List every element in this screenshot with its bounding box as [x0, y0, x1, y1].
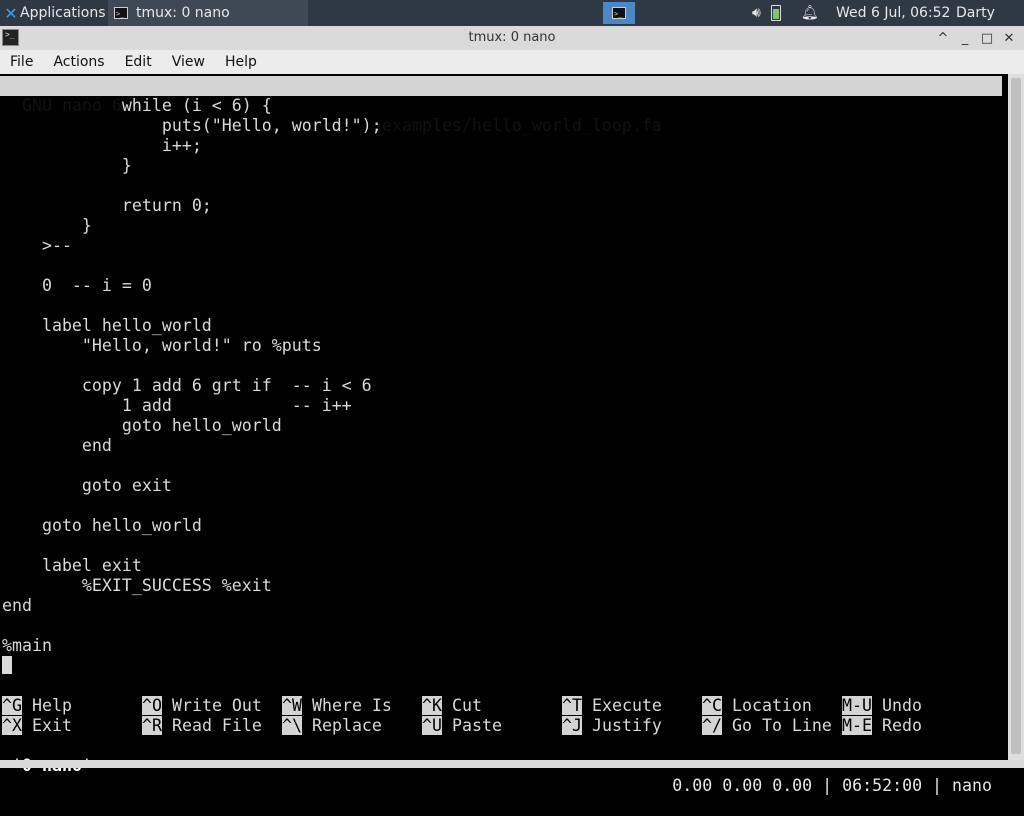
window-titlebar[interactable]: >_ tmux: 0 nano ^ _ □ ✕	[0, 26, 1024, 50]
shortcut-key: ^C	[702, 696, 722, 715]
menu-help[interactable]: Help	[215, 54, 267, 70]
code-line[interactable]: goto hello_world	[2, 516, 202, 536]
xfce-logo-icon: ✕	[4, 3, 18, 23]
nano-filename: examples/hello_world_loop.fa	[382, 116, 662, 135]
shortcut-key: ^/	[702, 716, 722, 735]
shortcut-write-out[interactable]: ^O Write Out	[142, 696, 262, 716]
shortcut-label: Execute	[591, 696, 662, 715]
shade-button[interactable]: ^	[932, 31, 954, 46]
shortcut-cut[interactable]: ^K Cut	[422, 696, 482, 716]
shortcut-label: Read File	[171, 716, 262, 735]
code-line[interactable]: goto exit	[2, 476, 172, 496]
shortcut-where-is[interactable]: ^W Where Is	[282, 696, 392, 716]
scrollbar-thumb[interactable]	[1011, 78, 1021, 754]
shortcut-justify[interactable]: ^J Justify	[562, 716, 662, 736]
tmux-status-right: 0.00 0.00 0.00 | 06:52:00 | nano	[672, 776, 992, 795]
menu-file[interactable]: File	[0, 54, 43, 70]
system-tray: 🔊︎ 🔔︎	[752, 0, 829, 26]
shortcut-exit[interactable]: ^X Exit	[2, 716, 72, 736]
code-line[interactable]: label hello_world	[2, 316, 212, 336]
shortcut-replace[interactable]: ^\ Replace	[282, 716, 382, 736]
minimize-button[interactable]: _	[954, 31, 976, 46]
text-cursor	[2, 656, 12, 674]
shortcut-paste[interactable]: ^U Paste	[422, 716, 502, 736]
shortcut-redo[interactable]: M-E Redo	[842, 716, 922, 736]
code-line[interactable]: "Hello, world!" ro %puts	[2, 336, 322, 356]
nano-header: GNU nano 6.2 examples/hello_world_loop.f…	[0, 76, 1002, 135]
code-line[interactable]: %EXIT_SUCCESS %exit	[2, 576, 272, 596]
taskbar-button-tmux[interactable]: >_ tmux: 0 nano	[108, 0, 308, 26]
shortcut-key: ^\	[282, 716, 302, 735]
shortcut-key: ^O	[142, 696, 162, 715]
terminal-scrollbar[interactable]	[1008, 74, 1024, 760]
shortcut-execute[interactable]: ^T Execute	[562, 696, 662, 716]
battery-icon[interactable]	[770, 5, 791, 21]
maximize-button[interactable]: □	[976, 31, 998, 46]
shortcut-help[interactable]: ^G Help	[2, 696, 72, 716]
terminal-icon: >_	[612, 7, 626, 19]
terminal-icon: >_	[114, 7, 128, 19]
code-line[interactable]: end	[2, 436, 112, 456]
close-button[interactable]: ✕	[998, 31, 1020, 46]
notification-bell-icon[interactable]: 🔔︎	[801, 5, 819, 21]
shortcut-label: Help	[31, 696, 72, 715]
top-panel: ✕ Applications >_ tmux: 0 nano >_ 🔊︎ 🔔︎ …	[0, 0, 1024, 47]
shortcut-key: ^X	[2, 716, 22, 735]
workspace-switcher[interactable]: >_	[603, 2, 635, 24]
shortcut-key: M-U	[842, 696, 872, 715]
shortcut-label: Redo	[881, 716, 922, 735]
applications-menu-button[interactable]: ✕ Applications	[0, 0, 108, 26]
menu-view[interactable]: View	[162, 54, 215, 70]
code-line[interactable]: }	[2, 216, 92, 236]
window-bottom-border	[0, 760, 1024, 768]
shortcut-label: Exit	[31, 716, 72, 735]
code-line[interactable]: end	[2, 596, 32, 616]
shortcut-label: Paste	[451, 716, 502, 735]
menu-actions[interactable]: Actions	[43, 54, 114, 70]
code-line[interactable]: >--	[2, 236, 72, 256]
clock[interactable]: Wed 6 Jul, 06:52	[836, 0, 950, 26]
code-line[interactable]: i++;	[2, 136, 202, 156]
shortcut-read-file[interactable]: ^R Read File	[142, 716, 262, 736]
shortcut-key: ^J	[562, 716, 582, 735]
code-line[interactable]: }	[2, 156, 132, 176]
code-line[interactable]: goto hello_world	[2, 416, 282, 436]
applications-label: Applications	[20, 5, 106, 21]
shortcut-label: Cut	[451, 696, 482, 715]
code-line[interactable]: 0 -- i = 0	[2, 276, 152, 296]
shortcut-label: Justify	[591, 716, 662, 735]
menu-bar: File Actions Edit View Help	[0, 50, 1024, 74]
shortcut-undo[interactable]: M-U Undo	[842, 696, 922, 716]
code-line[interactable]: %main	[2, 636, 52, 656]
shortcut-label: Write Out	[171, 696, 262, 715]
shortcut-location[interactable]: ^C Location	[702, 696, 812, 716]
user-menu[interactable]: Darty uwu	[956, 0, 1024, 47]
shortcut-label: Undo	[881, 696, 922, 715]
shortcut-label: Go To Line	[731, 716, 832, 735]
code-line[interactable]: while (i < 6) {	[2, 96, 272, 116]
shortcut-key: ^W	[282, 696, 302, 715]
shortcut-label: Where Is	[311, 696, 392, 715]
volume-icon[interactable]: 🔊︎	[752, 5, 761, 21]
shortcut-key: M-E	[842, 716, 872, 735]
shortcut-label: Location	[731, 696, 812, 715]
code-line[interactable]: return 0;	[2, 196, 212, 216]
menu-edit[interactable]: Edit	[115, 54, 162, 70]
window-title: tmux: 0 nano	[468, 30, 556, 45]
shortcut-label: Replace	[311, 716, 382, 735]
shortcut-key: ^T	[562, 696, 582, 715]
shortcut-go-to-line[interactable]: ^/ Go To Line	[702, 716, 832, 736]
taskbar-label: tmux: 0 nano	[136, 5, 230, 21]
code-line[interactable]: copy 1 add 6 grt if -- i < 6	[2, 376, 372, 396]
terminal-area[interactable]: GNU nano 6.2 examples/hello_world_loop.f…	[0, 74, 1008, 795]
code-line[interactable]: 1 add -- i++	[2, 396, 352, 416]
code-line[interactable]: label exit	[2, 556, 142, 576]
tmux-status-bar: *0 nano* 0.00 0.00 0.00 | 06:52:00 | nan…	[0, 736, 1008, 795]
shortcut-key: ^R	[142, 716, 162, 735]
shortcut-key: ^G	[2, 696, 22, 715]
shortcut-key: ^K	[422, 696, 442, 715]
shortcut-key: ^U	[422, 716, 442, 735]
code-line[interactable]: puts("Hello, world!");	[2, 116, 382, 136]
